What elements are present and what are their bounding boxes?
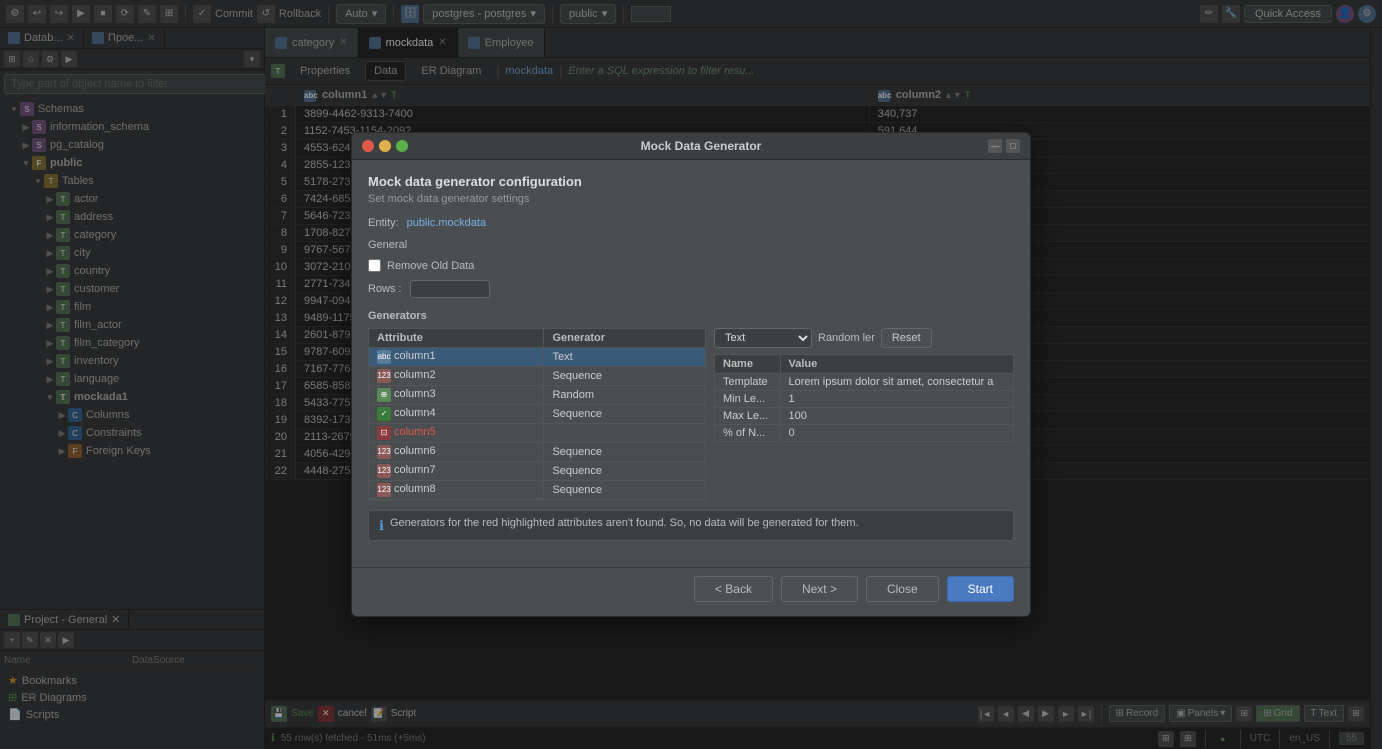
entity-value: public.mockdata: [407, 217, 487, 229]
prop-value[interactable]: 100: [780, 408, 1013, 425]
modal-win-maximize[interactable]: □: [1006, 139, 1020, 153]
modal-overlay: Mock Data Generator — □ Mock data genera…: [0, 0, 1382, 749]
rows-label: Rows :: [368, 283, 402, 295]
prop-col-name: Name: [715, 355, 781, 374]
back-button[interactable]: < Back: [694, 576, 773, 602]
info-text: Generators for the red highlighted attri…: [390, 517, 859, 529]
modal-header-text: Mock data generator configuration: [368, 174, 1014, 189]
start-button[interactable]: Start: [947, 576, 1014, 602]
modal-body: Mock data generator configuration Set mo…: [352, 160, 1030, 567]
general-label: General: [368, 239, 1014, 251]
attr-gen[interactable]: Sequence: [544, 462, 706, 481]
prop-col-value: Value: [780, 355, 1013, 374]
attr-type-icon: 123: [377, 464, 391, 478]
attr-type-icon: ⊕: [377, 388, 391, 402]
random-label: Random ler: [818, 332, 875, 344]
attr-type-icon: 123: [377, 483, 391, 497]
gen-type-row: Text Sequence Random UUID Null Random le…: [714, 328, 1014, 348]
attr-name[interactable]: ⊡column5: [369, 424, 544, 443]
attr-gen[interactable]: Sequence: [544, 367, 706, 386]
attr-name[interactable]: 123column6: [369, 443, 544, 462]
prop-row[interactable]: Template Lorem ipsum dolor sit amet, con…: [715, 374, 1014, 391]
attr-gen[interactable]: Sequence: [544, 481, 706, 500]
attr-col-generator: Generator: [544, 329, 706, 348]
prop-value[interactable]: Lorem ipsum dolor sit amet, consectetur …: [780, 374, 1013, 391]
prop-table: Name Value Template Lorem ipsum dolor si…: [714, 354, 1014, 442]
modal-subtext: Set mock data generator settings: [368, 193, 1014, 205]
attr-type-icon: abc: [377, 350, 391, 364]
attr-rows: abccolumn1 Text 123column2 Sequence ⊕col…: [369, 348, 706, 500]
attr-type-icon: 123: [377, 445, 391, 459]
attr-name[interactable]: 123column2: [369, 367, 544, 386]
rows-row: Rows : 1000: [368, 280, 1014, 298]
attr-row[interactable]: ✓column4 Sequence: [369, 405, 706, 424]
info-icon: ℹ: [379, 518, 384, 534]
remove-old-checkbox[interactable]: [368, 259, 381, 272]
prop-name: Min Le...: [715, 391, 781, 408]
attr-gen[interactable]: Sequence: [544, 443, 706, 462]
modal-traffic-lights: [362, 140, 408, 152]
modal-close-traffic[interactable]: [362, 140, 374, 152]
generators-section: Attribute Generator abccolumn1 Text 123c…: [368, 328, 1014, 500]
generators-label: Generators: [368, 310, 1014, 322]
prop-name: Template: [715, 374, 781, 391]
attr-name[interactable]: 123column8: [369, 481, 544, 500]
attr-gen[interactable]: [544, 424, 706, 443]
attr-name[interactable]: ✓column4: [369, 405, 544, 424]
entity-line: Entity: public.mockdata: [368, 217, 1014, 229]
attr-name[interactable]: 123column7: [369, 462, 544, 481]
remove-old-label: Remove Old Data: [387, 260, 474, 272]
attr-row[interactable]: ⊡column5: [369, 424, 706, 443]
attr-gen[interactable]: Sequence: [544, 405, 706, 424]
entity-label: Entity:: [368, 217, 399, 229]
modal-titlebar: Mock Data Generator — □: [352, 133, 1030, 160]
attr-row[interactable]: 123column7 Sequence: [369, 462, 706, 481]
attr-row[interactable]: 123column2 Sequence: [369, 367, 706, 386]
prop-value[interactable]: 1: [780, 391, 1013, 408]
attr-gen[interactable]: Random: [544, 386, 706, 405]
rows-input[interactable]: 1000: [410, 280, 490, 298]
attr-type-icon: ⊡: [377, 426, 391, 440]
next-button[interactable]: Next >: [781, 576, 858, 602]
attr-type-icon: 123: [377, 369, 391, 383]
reset-button[interactable]: Reset: [881, 328, 932, 348]
modal-maximize-traffic[interactable]: [396, 140, 408, 152]
prop-value[interactable]: 0: [780, 425, 1013, 442]
prop-name: % of N...: [715, 425, 781, 442]
remove-old-data-row: Remove Old Data: [368, 259, 1014, 272]
prop-name: Max Le...: [715, 408, 781, 425]
modal-footer: < Back Next > Close Start: [352, 567, 1030, 616]
info-bar: ℹ Generators for the red highlighted att…: [368, 510, 1014, 541]
attr-col-attribute: Attribute: [369, 329, 544, 348]
attr-name[interactable]: ⊕column3: [369, 386, 544, 405]
prop-rows: Template Lorem ipsum dolor sit amet, con…: [715, 374, 1014, 442]
modal-title: Mock Data Generator: [418, 139, 984, 153]
modal-minimize-traffic[interactable]: [379, 140, 391, 152]
attr-row[interactable]: ⊕column3 Random: [369, 386, 706, 405]
prop-row[interactable]: Min Le... 1: [715, 391, 1014, 408]
gen-type-select[interactable]: Text Sequence Random UUID Null: [714, 328, 812, 348]
attr-gen[interactable]: Text: [544, 348, 706, 367]
prop-row[interactable]: Max Le... 100: [715, 408, 1014, 425]
prop-row[interactable]: % of N... 0: [715, 425, 1014, 442]
close-button[interactable]: Close: [866, 576, 939, 602]
attr-name[interactable]: abccolumn1: [369, 348, 544, 367]
modal-dialog: Mock Data Generator — □ Mock data genera…: [351, 132, 1031, 617]
gen-right: Text Sequence Random UUID Null Random le…: [714, 328, 1014, 500]
modal-win-minimize[interactable]: —: [988, 139, 1002, 153]
attr-row[interactable]: 123column6 Sequence: [369, 443, 706, 462]
attr-row[interactable]: abccolumn1 Text: [369, 348, 706, 367]
attr-type-icon: ✓: [377, 407, 391, 421]
attr-row[interactable]: 123column8 Sequence: [369, 481, 706, 500]
attr-table: Attribute Generator abccolumn1 Text 123c…: [368, 328, 706, 500]
